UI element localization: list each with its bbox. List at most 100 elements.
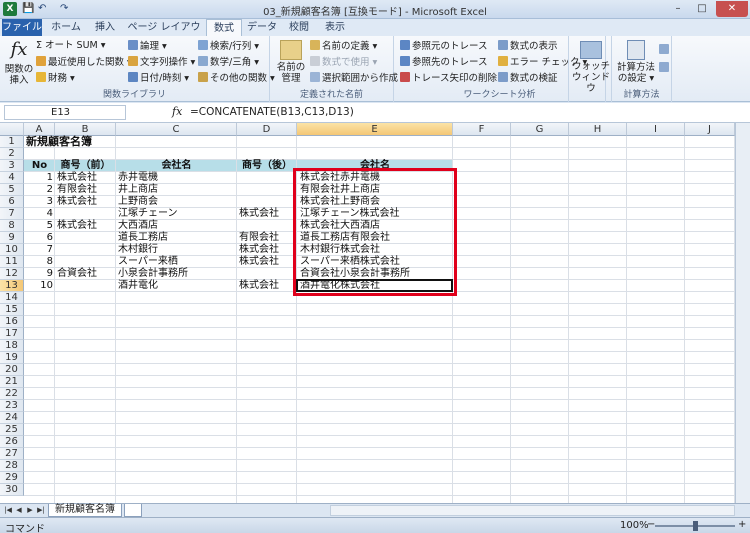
cell-prefix[interactable] xyxy=(57,208,114,220)
cell-suffix[interactable] xyxy=(239,172,295,184)
table-header-cell[interactable]: 商号（後） xyxy=(239,160,295,172)
cell-company-name[interactable]: 上野商会 xyxy=(118,196,235,208)
cell-no[interactable]: 1 xyxy=(26,172,53,184)
cell-company-name[interactable]: 小泉会計事務所 xyxy=(118,268,235,280)
column-header-e[interactable]: E xyxy=(297,123,453,136)
row-header-10[interactable]: 10 xyxy=(0,244,24,256)
insert-function-button[interactable]: fx 関数の 挿入 xyxy=(3,38,35,86)
create-from-selection-button[interactable]: 選択範囲から作成 xyxy=(310,72,398,85)
column-header-f[interactable]: F xyxy=(453,123,511,136)
cell-prefix[interactable]: 有限会社 xyxy=(57,184,114,196)
math-button[interactable]: 数学/三角 ▾ xyxy=(198,56,259,69)
cell-prefix[interactable] xyxy=(57,232,114,244)
cell-no[interactable]: 6 xyxy=(26,232,53,244)
cell-suffix[interactable] xyxy=(239,184,295,196)
vertical-scrollbar[interactable] xyxy=(735,123,750,503)
cell-company-name[interactable]: スーパー来栖 xyxy=(118,256,235,268)
row-header-2[interactable]: 2 xyxy=(0,148,24,160)
row-header-24[interactable]: 24 xyxy=(0,412,24,424)
define-name-button[interactable]: 名前の定義 ▾ xyxy=(310,40,377,53)
maximize-button[interactable]: □ xyxy=(690,1,714,17)
cell-company-name[interactable]: 道長工務店 xyxy=(118,232,235,244)
name-box[interactable]: E13 xyxy=(4,105,126,120)
tab-review[interactable]: 校閲 xyxy=(282,19,316,36)
watch-window-button[interactable]: ウォッチ ウィンドウ xyxy=(571,38,611,94)
row-header-20[interactable]: 20 xyxy=(0,364,24,376)
tab-home[interactable]: ホーム xyxy=(46,19,86,36)
worksheet-grid[interactable]: A B C D E F G H I J 1 2 3 4 5 6 7 8 9 10 11 12 13 14 15 16 17 18 19 2… xyxy=(0,123,735,503)
cell-company-name[interactable]: 赤井電機 xyxy=(118,172,235,184)
tab-view[interactable]: 表示 xyxy=(318,19,352,36)
sheet-title-cell[interactable]: 新規顧客名簿 xyxy=(26,136,92,148)
row-header-27[interactable]: 27 xyxy=(0,448,24,460)
row-header-11[interactable]: 11 xyxy=(0,256,24,268)
row-header-16[interactable]: 16 xyxy=(0,316,24,328)
tab-formulas[interactable]: 数式 xyxy=(206,19,242,37)
prev-sheet-button[interactable]: ◀ xyxy=(14,505,24,516)
table-header-cell[interactable]: 会社名 xyxy=(118,160,235,172)
datetime-button[interactable]: 日付/時刻 ▾ xyxy=(128,72,189,85)
zoom-in-button[interactable]: + xyxy=(738,519,746,530)
column-header-c[interactable]: C xyxy=(116,123,237,136)
cell-suffix[interactable] xyxy=(239,196,295,208)
cell-prefix[interactable]: 合資会社 xyxy=(57,268,114,280)
column-header-h[interactable]: H xyxy=(569,123,627,136)
row-header-30[interactable]: 30 xyxy=(0,484,24,496)
cell-suffix[interactable]: 株式会社 xyxy=(239,208,295,220)
insert-function-icon[interactable]: fx xyxy=(172,105,182,118)
financial-button[interactable]: 財務 ▾ xyxy=(36,72,75,85)
autosum-button[interactable]: Σ オート SUM ▾ xyxy=(36,40,106,52)
row-header-19[interactable]: 19 xyxy=(0,352,24,364)
select-all-corner[interactable] xyxy=(0,123,24,136)
row-header-29[interactable]: 29 xyxy=(0,472,24,484)
calculation-options-button[interactable]: 計算方法 の設定 ▾ xyxy=(614,38,658,84)
row-header-23[interactable]: 23 xyxy=(0,400,24,412)
cell-prefix[interactable] xyxy=(57,256,114,268)
table-header-cell[interactable]: 商号（前） xyxy=(57,160,114,172)
use-in-formula-button[interactable]: 数式で使用 ▾ xyxy=(310,56,377,69)
row-header-6[interactable]: 6 xyxy=(0,196,24,208)
row-header-3[interactable]: 3 xyxy=(0,160,24,172)
row-header-8[interactable]: 8 xyxy=(0,220,24,232)
remove-arrows-button[interactable]: トレース矢印の削除 ▾ xyxy=(400,72,505,85)
logical-button[interactable]: 論理 ▾ xyxy=(128,40,167,53)
tab-file[interactable]: ファイル xyxy=(2,19,42,36)
row-header-25[interactable]: 25 xyxy=(0,424,24,436)
minimize-button[interactable]: – xyxy=(666,1,690,17)
last-sheet-button[interactable]: ▶| xyxy=(36,505,46,516)
cell-suffix[interactable]: 有限会社 xyxy=(239,232,295,244)
row-header-26[interactable]: 26 xyxy=(0,436,24,448)
recent-functions-button[interactable]: 最近使用した関数 ▾ xyxy=(36,56,132,69)
more-functions-button[interactable]: その他の関数 ▾ xyxy=(198,72,275,85)
calculate-now-icon[interactable] xyxy=(659,44,669,54)
cell-no[interactable]: 5 xyxy=(26,220,53,232)
row-header-1[interactable]: 1 xyxy=(0,136,24,148)
lookup-button[interactable]: 検索/行列 ▾ xyxy=(198,40,259,53)
cell-prefix[interactable] xyxy=(57,244,114,256)
show-formulas-button[interactable]: 数式の表示 xyxy=(498,40,558,53)
zoom-slider-handle[interactable] xyxy=(693,521,698,531)
cell-prefix[interactable]: 株式会社 xyxy=(57,220,114,232)
row-header-15[interactable]: 15 xyxy=(0,304,24,316)
sheet-tab-active[interactable]: 新規顧客名簿 xyxy=(48,504,122,517)
cell-prefix[interactable]: 株式会社 xyxy=(57,196,114,208)
cell-prefix[interactable]: 株式会社 xyxy=(57,172,114,184)
cell-no[interactable]: 3 xyxy=(26,196,53,208)
formula-input[interactable]: =CONCATENATE(B13,C13,D13) xyxy=(190,105,735,120)
cell-suffix[interactable] xyxy=(239,220,295,232)
new-sheet-icon[interactable] xyxy=(124,504,142,517)
first-sheet-button[interactable]: |◀ xyxy=(3,505,13,516)
horizontal-scrollbar[interactable] xyxy=(330,505,735,516)
row-header-14[interactable]: 14 xyxy=(0,292,24,304)
cell-no[interactable]: 9 xyxy=(26,268,53,280)
calculate-sheet-icon[interactable] xyxy=(659,62,669,72)
cell-company-name[interactable]: 木村銀行 xyxy=(118,244,235,256)
row-header-18[interactable]: 18 xyxy=(0,340,24,352)
row-header-5[interactable]: 5 xyxy=(0,184,24,196)
close-button[interactable]: ✕ xyxy=(716,1,748,17)
row-header-17[interactable]: 17 xyxy=(0,328,24,340)
name-manager-button[interactable]: 名前の 管理 xyxy=(274,38,308,84)
cell-prefix[interactable] xyxy=(57,280,114,292)
text-button[interactable]: 文字列操作 ▾ xyxy=(128,56,195,69)
cell-suffix[interactable]: 株式会社 xyxy=(239,256,295,268)
